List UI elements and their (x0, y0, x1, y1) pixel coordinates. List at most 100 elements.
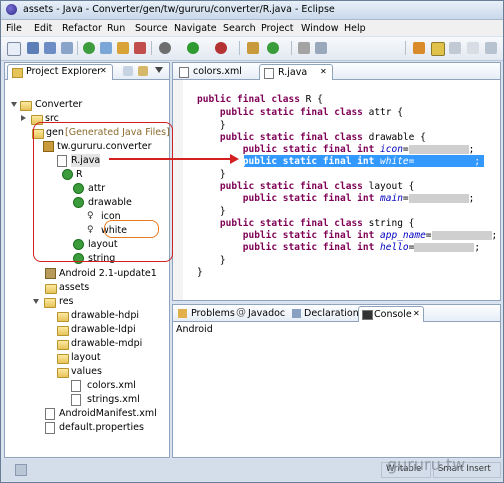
run-icon[interactable] (187, 42, 199, 54)
xml-file-icon (45, 408, 55, 420)
menu-window[interactable]: Window (301, 23, 338, 34)
code-line[interactable]: } (197, 206, 226, 218)
code-text: ; (468, 144, 475, 155)
menu-navigate[interactable]: Navigate (174, 23, 217, 34)
library-icon (45, 268, 56, 279)
show-whitespace-icon[interactable] (449, 42, 461, 54)
tab-r-java[interactable]: R.java ✕ (259, 64, 333, 80)
collapsed-icon[interactable] (21, 115, 26, 121)
tree-label: drawable-hdpi (71, 310, 140, 321)
menu-refactor[interactable]: Refactor (62, 23, 102, 34)
watermark: gururu.tw (387, 455, 466, 474)
code-field: app_name (380, 230, 426, 241)
properties-file-icon (45, 422, 55, 434)
next-annotation-icon[interactable] (485, 42, 497, 54)
tab-label: Javadoc (248, 308, 286, 319)
code-line[interactable]: public final class R { (197, 94, 323, 106)
highlight-icon[interactable] (431, 42, 445, 56)
code-line[interactable]: } (197, 120, 226, 132)
code-line[interactable]: public static final class layout { (197, 181, 414, 193)
tab-label: Declaration (304, 308, 359, 319)
code-field: main (380, 193, 403, 204)
blurred-value (414, 243, 475, 252)
search-icon[interactable] (315, 42, 327, 54)
toolbar-separator (77, 41, 78, 55)
menu-file[interactable]: File (6, 23, 22, 34)
tab-console[interactable]: Console ✕ (358, 306, 424, 322)
code-text: public static final int (197, 193, 381, 204)
link-editor-icon[interactable] (138, 66, 148, 76)
expand-icon[interactable] (33, 299, 39, 304)
code-line[interactable]: public static final class drawable { (197, 132, 426, 144)
tab-label: R.java (278, 67, 308, 78)
annotation-red-box (33, 122, 173, 262)
folder-icon (12, 68, 23, 78)
code-text: ; (474, 156, 481, 167)
toggle-mark-icon[interactable] (413, 42, 425, 54)
main-toolbar (1, 37, 503, 61)
code-line-app-name[interactable]: public static final int app_name=; (197, 230, 498, 242)
save-icon[interactable] (27, 42, 39, 54)
menu-source[interactable]: Source (135, 23, 168, 34)
open-type-icon[interactable] (298, 42, 310, 54)
code-line-white[interactable]: public static final int white=; (197, 156, 480, 168)
tab-problems[interactable]: Problems (177, 307, 235, 321)
code-field: icon (380, 144, 403, 155)
code-text: ; (491, 230, 498, 241)
code-line[interactable]: } (197, 169, 226, 181)
new-android-project-icon[interactable] (117, 42, 129, 54)
annotation-orange-box (104, 220, 159, 238)
menu-run[interactable]: Run (107, 23, 125, 34)
toolbar-separator (291, 41, 292, 55)
code-line[interactable]: } (197, 255, 226, 267)
external-tools-icon[interactable] (215, 42, 227, 54)
debug-icon[interactable] (159, 42, 171, 54)
code-text: public static final int (197, 144, 381, 155)
code-line[interactable]: } (197, 267, 203, 279)
code-field: white (380, 156, 409, 167)
folder-icon (44, 298, 56, 308)
tab-label: Problems (191, 308, 235, 319)
tree-label: AndroidManifest.xml (59, 408, 157, 419)
code-line-hello[interactable]: public static final int hello=; (197, 242, 480, 254)
expand-icon[interactable] (11, 102, 17, 107)
tree-label: Converter (35, 99, 83, 110)
menu-edit[interactable]: Edit (34, 23, 52, 34)
java-file-icon (264, 68, 274, 79)
new-icon[interactable] (7, 42, 21, 56)
print-icon[interactable] (61, 42, 73, 54)
close-icon[interactable]: ✕ (100, 66, 107, 75)
menu-help[interactable]: Help (344, 23, 366, 34)
project-explorer-title: Project Explorer (26, 66, 102, 77)
close-icon[interactable]: ✕ (320, 67, 327, 76)
new-package-icon[interactable] (247, 42, 259, 54)
tree-label: drawable-mdpi (71, 338, 143, 349)
view-menu-icon[interactable] (155, 67, 163, 73)
title-bar: assets - Java - Converter/gen/tw/gururu/… (1, 1, 503, 20)
menu-project[interactable]: Project (261, 23, 294, 34)
code-line-main[interactable]: public static final int main=; (197, 193, 475, 205)
code-line[interactable]: public static final class string { (197, 218, 414, 230)
tab-project-explorer[interactable]: Project Explorer ✕ (7, 64, 113, 80)
close-icon[interactable]: ✕ (413, 309, 420, 318)
javadoc-icon: @ (236, 307, 246, 318)
tree-label: assets (59, 282, 90, 293)
tab-colors-xml[interactable]: colors.xml (177, 65, 257, 79)
new-xml-icon[interactable] (134, 42, 146, 54)
console-icon (362, 310, 373, 320)
tab-javadoc[interactable]: @ Javadoc (235, 307, 291, 321)
menu-search[interactable]: Search (223, 23, 256, 34)
collapse-all-icon[interactable] (123, 66, 133, 76)
save-all-icon[interactable] (44, 42, 56, 54)
window-title: assets - Java - Converter/gen/tw/gururu/… (23, 4, 335, 15)
new-class-icon[interactable] (267, 42, 279, 54)
block-select-icon[interactable] (467, 42, 479, 54)
annotation-arrowhead (230, 154, 239, 164)
menu-bar: File Edit Refactor Run Source Navigate S… (1, 20, 503, 36)
tab-declaration[interactable]: Declaration (291, 307, 359, 321)
avd-manager-icon[interactable] (100, 42, 112, 54)
android-sdk-icon[interactable] (83, 42, 95, 54)
console-panel: Problems @ Javadoc Declaration Console ✕… (172, 304, 501, 458)
code-line[interactable]: public static final class attr { (197, 107, 403, 119)
fast-view-icon[interactable] (15, 464, 27, 476)
